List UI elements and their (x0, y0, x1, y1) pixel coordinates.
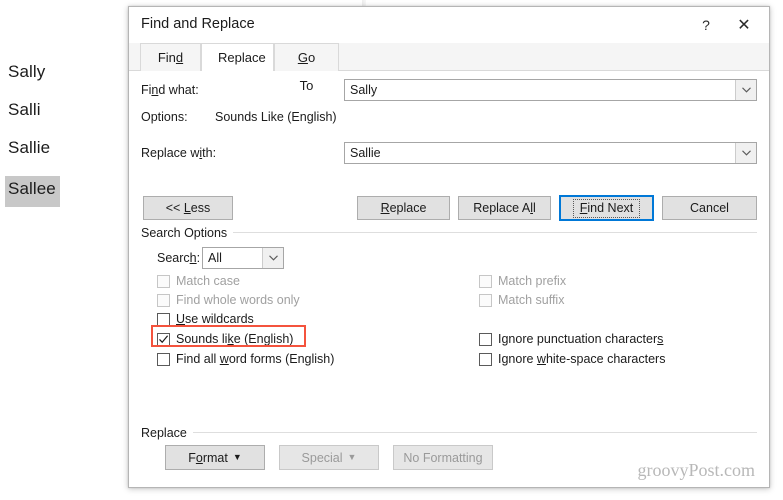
no-formatting-button[interactable]: No Formatting (393, 445, 493, 470)
checkbox-match-prefix[interactable]: Match prefix (479, 274, 566, 288)
checkbox-find-all-word-forms-label: Find all word forms (English) (176, 352, 335, 366)
replace-all-button[interactable]: Replace All (458, 196, 551, 220)
checkbox-use-wildcards[interactable]: Use wildcards (157, 312, 254, 326)
checkbox-match-suffix[interactable]: Match suffix (479, 293, 564, 307)
format-button[interactable]: Format ▼ (165, 445, 265, 470)
chevron-down-icon[interactable] (735, 143, 756, 163)
checkbox-box (479, 332, 492, 346)
document-line-3: Sallie (8, 138, 51, 157)
tab-replace-label: Replace (218, 50, 266, 65)
checkbox-use-wildcards-label: Use wildcards (176, 312, 254, 326)
find-next-button[interactable]: Find Next (559, 195, 654, 221)
tab-find-label: Find (157, 50, 184, 65)
checkbox-box (157, 274, 170, 288)
caret-down-icon: ▼ (232, 452, 242, 462)
checkbox-box (479, 352, 492, 366)
checkbox-sounds-like[interactable]: Sounds like (English) (157, 332, 293, 346)
tab-go-to-label: Go To (297, 50, 316, 93)
checkbox-find-whole-words-only-label: Find whole words only (176, 293, 300, 307)
replace-group-label: Replace (141, 426, 193, 440)
special-button[interactable]: Special ▼ (279, 445, 379, 470)
checkbox-find-all-word-forms[interactable]: Find all word forms (English) (157, 352, 334, 366)
document-line-4-selected: Sallee (5, 176, 60, 207)
checkbox-ignore-punctuation-characters[interactable]: Ignore punctuation characters (479, 332, 663, 346)
chevron-down-icon[interactable] (262, 248, 283, 268)
replace-group-divider (141, 432, 757, 433)
dialog-body: Find what: Sally Options: Sounds Like (E… (129, 71, 769, 487)
search-label: Search: (157, 251, 201, 265)
find-what-label: Find what: (141, 83, 199, 97)
options-value: Sounds Like (English) (215, 110, 337, 124)
checkbox-box (479, 274, 492, 288)
search-scope-combobox[interactable]: All (202, 247, 284, 269)
tab-replace[interactable]: Replace (201, 43, 274, 72)
checkbox-ignore-punctuation-characters-label: Ignore punctuation characters (498, 332, 664, 346)
document-line-1: Sally (8, 62, 46, 81)
dialog-tabstrip: Find Replace Go To (129, 43, 769, 93)
checkbox-match-suffix-label: Match suffix (498, 293, 565, 307)
checkbox-box (157, 312, 170, 326)
checkbox-find-whole-words-only[interactable]: Find whole words only (157, 293, 300, 307)
format-button-label: Format (188, 450, 228, 465)
checkbox-ignore-white-space-characters-label: Ignore white-space characters (498, 352, 666, 366)
document-line-2: Salli (8, 100, 41, 119)
replace-button-label: Replace (380, 201, 427, 215)
find-what-combobox[interactable]: Sally (344, 79, 757, 101)
screenshot-root: Sally Salli Sallie Sallee Find and Repla… (0, 0, 783, 500)
checkbox-box (157, 293, 170, 307)
checkbox-box (479, 293, 492, 307)
caret-down-icon: ▼ (347, 452, 357, 462)
watermark: groovyPost.com (637, 460, 755, 480)
checkbox-box-checked (157, 332, 170, 346)
checkbox-ignore-white-space-characters[interactable]: Ignore white-space characters (479, 352, 665, 366)
options-label: Options: (141, 110, 188, 124)
checkbox-match-case-label: Match case (176, 274, 240, 288)
checkbox-sounds-like-label: Sounds like (English) (176, 332, 294, 346)
dialog-titlebar: Find and Replace ? ✕ (129, 7, 769, 43)
replace-with-label: Replace with: (141, 146, 217, 160)
checkbox-box (157, 352, 170, 366)
search-options-divider (141, 232, 757, 233)
search-options-group-label: Search Options (141, 226, 234, 240)
replace-all-button-label: Replace All (473, 201, 536, 215)
special-button-label: Special (301, 450, 343, 465)
checkbox-match-case[interactable]: Match case (157, 274, 240, 288)
replace-with-value[interactable]: Sallie (345, 146, 735, 160)
replace-button[interactable]: Replace (357, 196, 450, 220)
close-icon[interactable]: ✕ (729, 11, 759, 39)
find-next-button-label: Find Next (572, 198, 641, 218)
no-formatting-button-label: No Formatting (403, 450, 483, 465)
cancel-button-label: Cancel (690, 201, 729, 215)
tabstrip-filler (339, 43, 769, 71)
less-button-label: << Less (165, 201, 211, 215)
search-scope-value[interactable]: All (203, 251, 262, 265)
cancel-button[interactable]: Cancel (662, 196, 757, 220)
dialog-title: Find and Replace (141, 16, 255, 32)
find-and-replace-dialog: Find and Replace ? ✕ Find Replace Go To … (128, 6, 770, 488)
find-what-value[interactable]: Sally (345, 83, 735, 97)
tab-go-to[interactable]: Go To (274, 43, 339, 93)
help-icon[interactable]: ? (691, 11, 721, 39)
less-button[interactable]: << Less (143, 196, 233, 220)
replace-with-combobox[interactable]: Sallie (344, 142, 757, 164)
tab-find[interactable]: Find (140, 43, 201, 71)
chevron-down-icon[interactable] (735, 80, 756, 100)
checkbox-match-prefix-label: Match prefix (498, 274, 567, 288)
